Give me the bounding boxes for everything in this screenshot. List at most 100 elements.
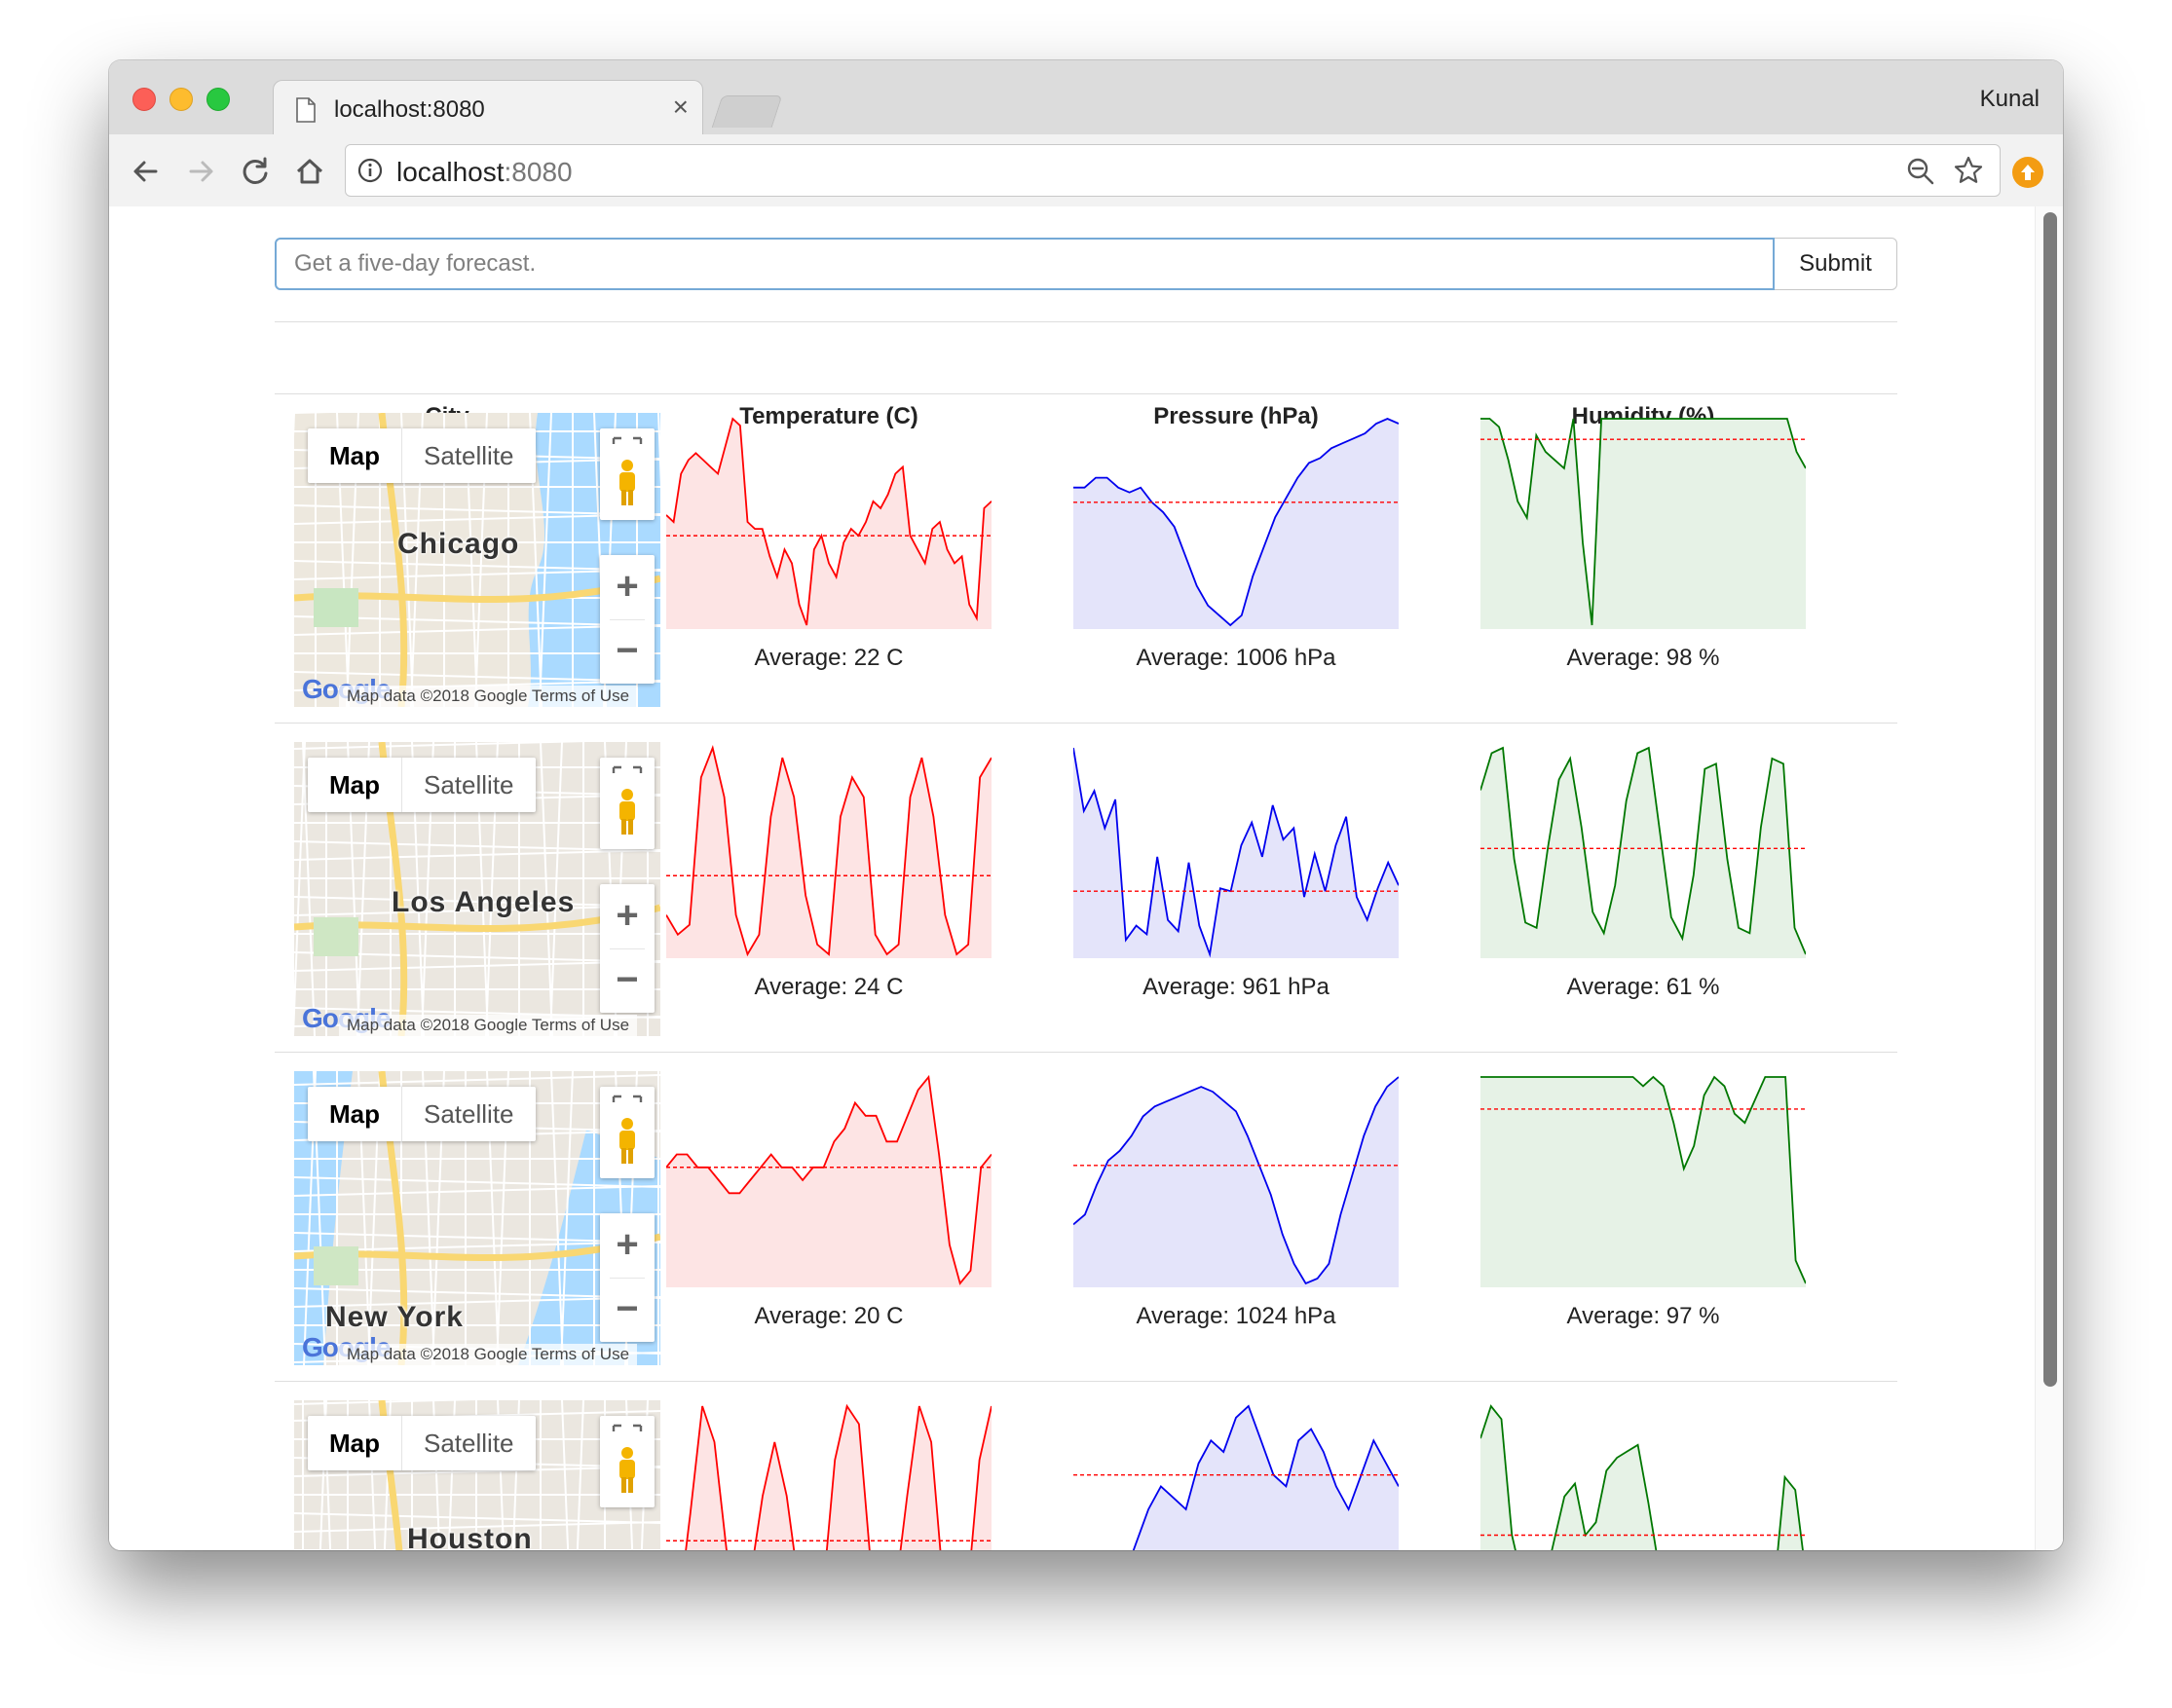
temperature-chart-svg xyxy=(665,744,992,958)
street-view-pegman[interactable] xyxy=(600,758,655,849)
zoom-separator xyxy=(610,1278,645,1279)
humidity-chart-svg xyxy=(1480,418,1807,629)
temperature-average-label: Average: 20 C xyxy=(754,1303,904,1329)
browser-toolbar: localhost:8080 xyxy=(109,134,2063,207)
pegman-icon xyxy=(612,1424,643,1493)
map-park xyxy=(314,917,358,956)
map-type-satellite-button[interactable]: Satellite xyxy=(402,1087,536,1141)
scrollbar-thumb[interactable] xyxy=(2043,212,2057,1387)
humidity-average-label: Average: 97 % xyxy=(1566,1303,1720,1329)
pressure-chart xyxy=(1072,1073,1400,1287)
humidity-chart-svg xyxy=(1479,746,1807,958)
new-tab-button[interactable] xyxy=(711,95,783,128)
map-type-satellite-button[interactable]: Satellite xyxy=(402,1416,536,1470)
map-type-map-button[interactable]: Map xyxy=(308,428,402,483)
profile-name[interactable]: Kunal xyxy=(1980,86,2040,113)
map-type-satellite-button[interactable]: Satellite xyxy=(402,428,536,483)
submit-button[interactable]: Submit xyxy=(1775,238,1897,290)
pressure-average-label: Average: 1006 hPa xyxy=(1136,645,1336,671)
map-type-map-button[interactable]: Map xyxy=(308,758,402,812)
close-window-button[interactable] xyxy=(132,88,156,111)
map-attribution[interactable]: Map data ©2018 Google Terms of Use xyxy=(339,686,638,707)
pressure-chart xyxy=(1073,415,1400,629)
map-type-map-button[interactable]: Map xyxy=(308,1087,402,1141)
map-zoom-out-button[interactable]: − xyxy=(600,948,655,1013)
temperature-chart xyxy=(666,1402,992,1550)
pressure-chart-svg xyxy=(1072,747,1400,958)
map-type-map-button[interactable]: Map xyxy=(308,1416,402,1470)
tab-close-button[interactable]: × xyxy=(673,93,689,121)
reload-icon[interactable] xyxy=(236,152,275,191)
city-map[interactable]: ChicagoMapSatellite+−GoogleMap data ©201… xyxy=(294,413,660,707)
temperature-area xyxy=(666,748,992,958)
pressure-chart xyxy=(1073,1402,1400,1550)
zoom-separator xyxy=(610,948,645,949)
scrollbar[interactable] xyxy=(2035,206,2063,1550)
pegman-icon xyxy=(612,436,643,505)
back-arrow-icon[interactable] xyxy=(127,152,166,191)
city-map[interactable]: Los AngelesMapSatellite+−GoogleMap data … xyxy=(294,742,660,1036)
table-top-divider xyxy=(275,321,1897,322)
map-type-control: Map Satellite xyxy=(308,1087,536,1141)
map-attribution[interactable]: Map data ©2018 Google Terms of Use xyxy=(339,1344,638,1365)
temperature-chart xyxy=(665,1073,992,1287)
address-bar[interactable]: localhost:8080 xyxy=(345,144,2001,197)
pressure-chart-svg xyxy=(1073,418,1400,629)
map-zoom-in-button[interactable]: + xyxy=(600,555,655,619)
url-text[interactable]: localhost:8080 xyxy=(396,157,573,188)
map-zoom-in-button[interactable]: + xyxy=(600,1213,655,1278)
pressure-average-label: Average: 1024 hPa xyxy=(1136,1303,1336,1329)
pressure-area xyxy=(1073,748,1399,958)
star-icon[interactable] xyxy=(1953,155,1984,186)
row-divider xyxy=(275,1381,1897,1382)
pressure-average-label: Average: 961 hPa xyxy=(1142,974,1329,1000)
humidity-area xyxy=(1480,419,1806,629)
street-view-pegman[interactable] xyxy=(600,1416,655,1507)
map-type-control: Map Satellite xyxy=(308,428,536,483)
title-bar: localhost:8080 × Kunal xyxy=(109,60,2063,135)
map-type-control: Map Satellite xyxy=(308,758,536,812)
humidity-chart xyxy=(1479,744,1807,958)
temperature-chart xyxy=(665,744,992,958)
zoom-icon[interactable] xyxy=(1906,157,1935,186)
map-type-satellite-button[interactable]: Satellite xyxy=(402,758,536,812)
map-city-label: New York xyxy=(325,1301,464,1333)
minimize-window-button[interactable] xyxy=(169,88,193,111)
street-view-pegman[interactable] xyxy=(600,428,655,520)
row-divider xyxy=(275,1052,1897,1053)
street-view-pegman[interactable] xyxy=(600,1087,655,1178)
pressure-chart xyxy=(1072,744,1400,958)
city-map[interactable]: Houston Map Satellite xyxy=(294,1400,660,1550)
humidity-chart-svg xyxy=(1480,1075,1807,1287)
temperature-chart-svg xyxy=(665,1074,992,1287)
pressure-chart-svg xyxy=(1072,1076,1400,1287)
url-host: localhost xyxy=(396,157,505,187)
map-zoom-in-button[interactable]: + xyxy=(600,884,655,948)
temperature-chart-svg xyxy=(665,417,992,629)
humidity-average-label: Average: 61 % xyxy=(1566,974,1720,1000)
temperature-chart-svg xyxy=(666,1403,992,1550)
browser-tab[interactable]: localhost:8080 × xyxy=(273,80,703,135)
map-city-label: Houston xyxy=(407,1523,533,1550)
humidity-average-label: Average: 98 % xyxy=(1566,645,1720,671)
pressure-area xyxy=(1073,419,1399,629)
map-zoom-control: + − xyxy=(600,555,655,684)
map-zoom-out-button[interactable]: − xyxy=(600,619,655,684)
home-icon[interactable] xyxy=(290,152,329,191)
forward-arrow-icon[interactable] xyxy=(181,152,220,191)
map-zoom-out-button[interactable]: − xyxy=(600,1278,655,1342)
extension-icon[interactable] xyxy=(2012,157,2043,188)
pressure-chart-svg xyxy=(1073,1404,1400,1550)
row-divider xyxy=(275,723,1897,724)
temperature-chart xyxy=(665,415,992,629)
city-map[interactable]: New YorkMapSatellite+−GoogleMap data ©20… xyxy=(294,1071,660,1365)
temperature-average-label: Average: 22 C xyxy=(754,645,904,671)
forecast-search-input[interactable] xyxy=(275,238,1775,290)
page-content: Submit City Temperature (C) Pressure (hP… xyxy=(109,206,2063,1550)
upload-arrow-icon xyxy=(2021,165,2035,180)
header-divider xyxy=(275,393,1897,394)
map-attribution[interactable]: Map data ©2018 Google Terms of Use xyxy=(339,1015,638,1036)
humidity-chart xyxy=(1480,1073,1807,1287)
info-icon[interactable] xyxy=(357,158,383,183)
fullscreen-window-button[interactable] xyxy=(206,88,230,111)
